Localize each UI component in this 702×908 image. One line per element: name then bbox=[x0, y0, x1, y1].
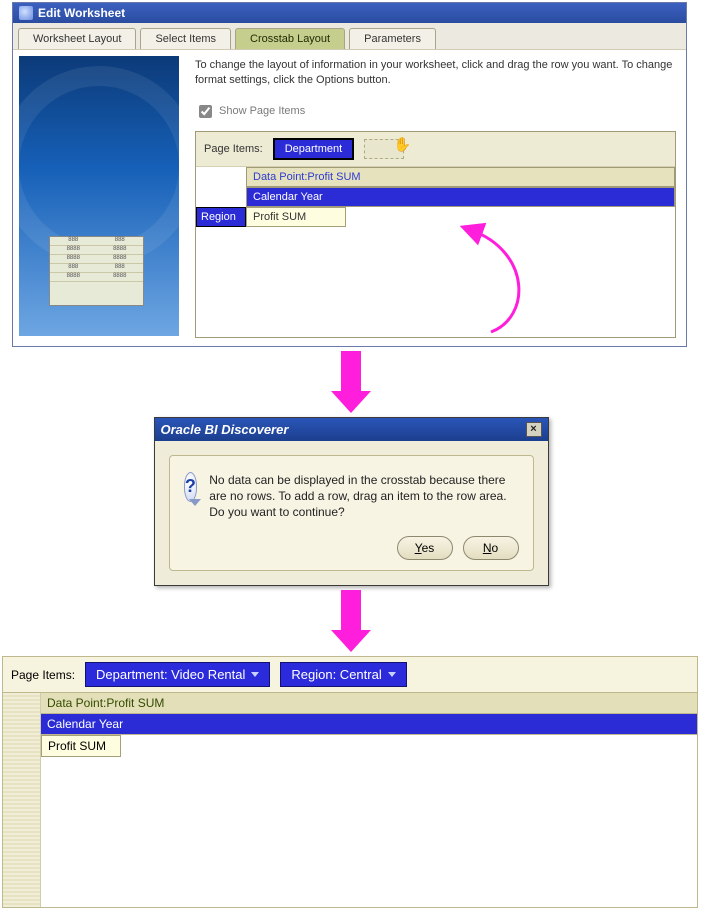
wizard-side-image: 888888 88888888 88888888 888888 88888888 bbox=[19, 56, 179, 336]
chip-department-label: Department: Video Rental bbox=[96, 667, 245, 682]
row-area-empty[interactable] bbox=[3, 693, 41, 907]
edit-worksheet-window: Edit Worksheet Worksheet Layout Select I… bbox=[12, 2, 687, 347]
page-items-label: Page Items: bbox=[204, 143, 263, 155]
show-page-items-input[interactable] bbox=[199, 105, 212, 118]
no-button[interactable]: No bbox=[463, 536, 519, 560]
profit-sum-cell: Profit SUM bbox=[246, 207, 346, 227]
region-row-header[interactable]: Region bbox=[196, 207, 246, 227]
page-item-department[interactable]: Department bbox=[273, 138, 354, 160]
result-page-items-row: Page Items: Department: Video Rental Reg… bbox=[3, 657, 697, 693]
data-point-header[interactable]: Data Point:Profit SUM bbox=[246, 167, 675, 187]
result-page-items-label: Page Items: bbox=[11, 668, 75, 682]
tab-worksheet-layout[interactable]: Worksheet Layout bbox=[18, 28, 136, 49]
crosstab-layout-box: Page Items: Department ✋ Data Point:Prof… bbox=[195, 131, 676, 338]
page-item-drop-target[interactable]: ✋ bbox=[364, 139, 404, 159]
crosstab-grid: Data Point:Profit SUM Calendar Year Regi… bbox=[196, 167, 675, 337]
flow-arrow-1-icon bbox=[331, 351, 371, 413]
result-blank-area bbox=[41, 757, 697, 907]
tab-select-items[interactable]: Select Items bbox=[140, 28, 231, 49]
dialog-close-button[interactable]: × bbox=[526, 422, 542, 437]
dialog-message: No data can be displayed in the crosstab… bbox=[209, 472, 518, 521]
chevron-down-icon bbox=[388, 672, 396, 677]
layout-body: 888888 88888888 88888888 888888 88888888… bbox=[13, 49, 686, 346]
result-profit-sum-cell: Profit SUM bbox=[41, 735, 121, 757]
dialog-title: Oracle BI Discoverer bbox=[161, 422, 289, 437]
result-calendar-year-header[interactable]: Calendar Year bbox=[41, 714, 697, 735]
confirm-dialog: Oracle BI Discoverer × ? No data can be … bbox=[154, 417, 549, 587]
tab-crosstab-layout[interactable]: Crosstab Layout bbox=[235, 28, 345, 49]
calendar-year-header[interactable]: Calendar Year bbox=[246, 187, 675, 207]
page-item-region-chip[interactable]: Region: Central bbox=[280, 662, 406, 687]
yes-button[interactable]: Yes bbox=[397, 536, 453, 560]
show-page-items-label: Show Page Items bbox=[219, 105, 305, 117]
result-grid: Data Point:Profit SUM Calendar Year Prof… bbox=[3, 693, 697, 907]
instructions-text: To change the layout of information in y… bbox=[195, 58, 676, 88]
flow-arrow-2-icon bbox=[331, 590, 371, 652]
layout-content: To change the layout of information in y… bbox=[185, 50, 686, 346]
result-crosstab: Page Items: Department: Video Rental Reg… bbox=[2, 656, 698, 908]
app-icon bbox=[19, 6, 33, 20]
window-titlebar: Edit Worksheet bbox=[13, 3, 686, 23]
chip-region-label: Region: Central bbox=[291, 667, 381, 682]
show-page-items-checkbox[interactable]: Show Page Items bbox=[195, 102, 676, 121]
page-items-row: Page Items: Department ✋ bbox=[196, 132, 675, 167]
window-title: Edit Worksheet bbox=[38, 6, 125, 20]
result-data-point-header[interactable]: Data Point:Profit SUM bbox=[41, 693, 697, 714]
grab-cursor-icon: ✋ bbox=[394, 136, 411, 153]
tab-strip: Worksheet Layout Select Items Crosstab L… bbox=[13, 23, 686, 49]
drag-arrow-icon bbox=[436, 222, 556, 342]
dialog-titlebar: Oracle BI Discoverer × bbox=[155, 418, 548, 441]
question-icon: ? bbox=[184, 472, 198, 502]
page-item-department-chip[interactable]: Department: Video Rental bbox=[85, 662, 270, 687]
chevron-down-icon bbox=[251, 672, 259, 677]
tab-parameters[interactable]: Parameters bbox=[349, 28, 436, 49]
